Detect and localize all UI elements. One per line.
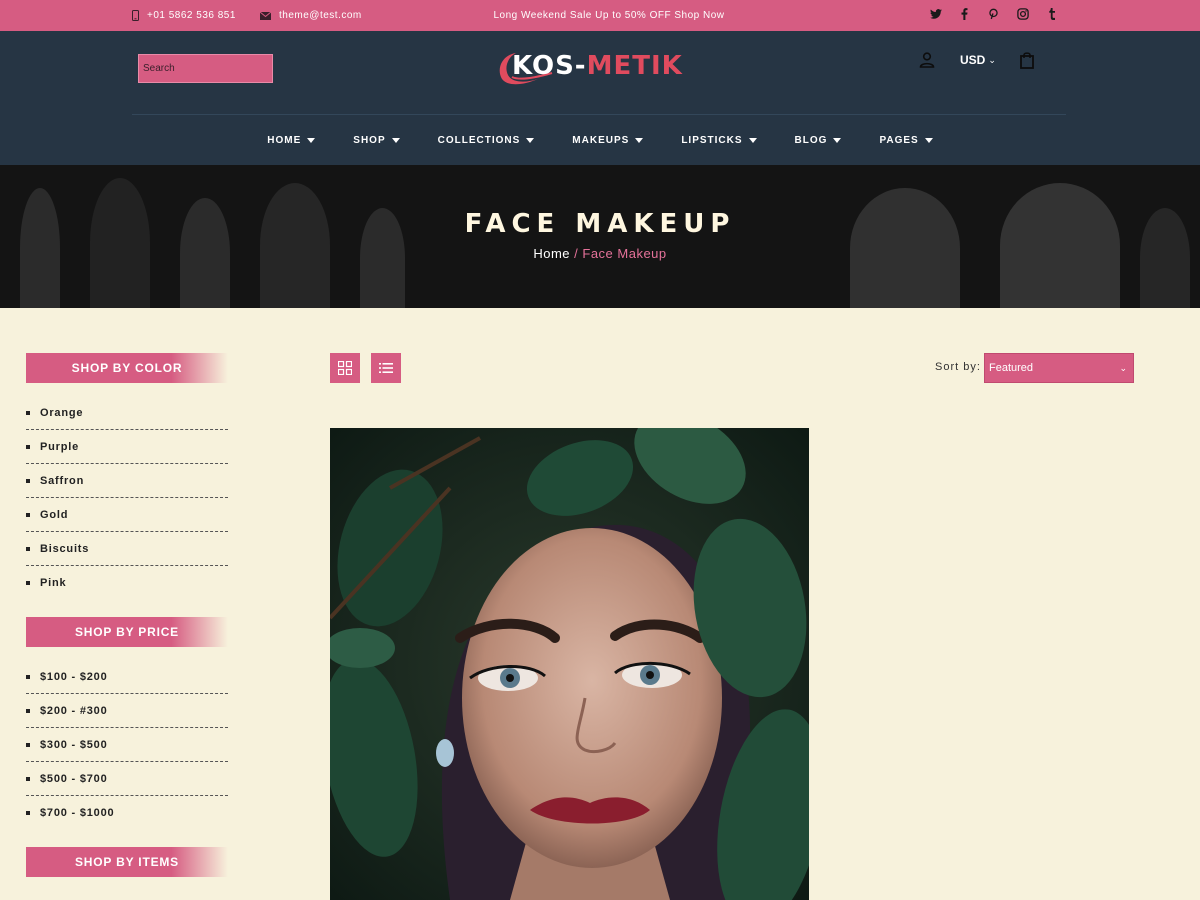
site-logo[interactable]: KOS-METIK [494, 47, 686, 89]
grid-icon [338, 361, 352, 375]
shop-by-color-title: SHOP BY COLOR [26, 353, 228, 383]
caret-down-icon [391, 137, 400, 143]
main-nav: HOME SHOP COLLECTIONS MAKEUPS LIPSTICKS … [0, 115, 1200, 165]
user-icon[interactable] [918, 51, 936, 69]
breadcrumb-home[interactable]: Home [533, 246, 570, 261]
product-image[interactable] [330, 428, 809, 900]
caret-down-icon [924, 137, 933, 143]
sort-label: Sort by: [935, 361, 981, 373]
nav-item-home[interactable]: HOME [267, 135, 316, 146]
price-filter-item[interactable]: $100 - $200 [26, 660, 228, 694]
contact-phone[interactable]: +01 5862 536 851 [132, 0, 236, 31]
logo-text-part2: METIK [586, 51, 683, 81]
price-filter-item[interactable]: $300 - $500 [26, 728, 228, 762]
color-filter-list: Orange Purple Saffron Gold Biscuits Pink [26, 396, 228, 600]
shop-by-items-title: SHOP BY ITEMS [26, 847, 228, 877]
promo-text[interactable]: Long Weekend Sale Up to 50% OFF Shop Now [480, 0, 738, 31]
logo-text-part1: KOS- [512, 51, 587, 81]
currency-selector[interactable]: USD ⌄ [960, 53, 996, 67]
nav-item-blog[interactable]: BLOG [795, 135, 842, 146]
chevron-down-icon: ⌄ [988, 54, 996, 65]
caret-down-icon [635, 137, 644, 143]
list-icon [379, 363, 393, 373]
search-input[interactable] [138, 54, 273, 83]
instagram-icon[interactable] [1016, 7, 1029, 20]
nav-item-collections[interactable]: COLLECTIONS [438, 135, 535, 146]
phone-icon [132, 10, 139, 21]
price-filter-item[interactable]: $200 - #300 [26, 694, 228, 728]
email-address: theme@test.com [279, 10, 362, 21]
color-filter-item[interactable]: Orange [26, 396, 228, 430]
breadcrumb: Home / Face Makeup [0, 246, 1200, 261]
shop-by-price-title: SHOP BY PRICE [26, 617, 228, 647]
product-photo [330, 428, 809, 900]
sort-value: Featured [989, 362, 1034, 374]
page-banner: FACE MAKEUP Home / Face Makeup [0, 165, 1200, 308]
caret-down-icon [833, 137, 842, 143]
top-bar: +01 5862 536 851 theme@test.com Long Wee… [0, 0, 1200, 31]
nav-item-shop[interactable]: SHOP [353, 135, 400, 146]
breadcrumb-current: / Face Makeup [574, 246, 667, 261]
shopping-bag-icon[interactable] [1018, 51, 1036, 69]
banner-decor [90, 178, 150, 308]
color-filter-item[interactable]: Saffron [26, 464, 228, 498]
social-links [929, 0, 1058, 27]
twitter-icon[interactable] [929, 7, 942, 20]
contact-email[interactable]: theme@test.com [260, 0, 362, 31]
chevron-down-icon: ⌄ [1119, 363, 1127, 373]
page-title: FACE MAKEUP [464, 209, 736, 239]
nav-item-makeups[interactable]: MAKEUPS [572, 135, 644, 146]
list-view-button[interactable] [371, 353, 401, 383]
sort-select[interactable]: Featured ⌄ [984, 353, 1134, 383]
color-filter-item[interactable]: Gold [26, 498, 228, 532]
header-actions: USD ⌄ [918, 51, 1036, 69]
caret-down-icon [307, 137, 316, 143]
mail-icon [260, 11, 271, 20]
grid-view-button[interactable] [330, 353, 360, 383]
price-filter-item[interactable]: $500 - $700 [26, 762, 228, 796]
nav-item-pages[interactable]: PAGES [879, 135, 933, 146]
nav-item-lipsticks[interactable]: LIPSTICKS [681, 135, 757, 146]
color-filter-item[interactable]: Pink [26, 566, 228, 600]
price-filter-item[interactable]: $700 - $1000 [26, 796, 228, 830]
color-filter-item[interactable]: Biscuits [26, 532, 228, 566]
caret-down-icon [526, 137, 535, 143]
currency-value: USD [960, 53, 986, 67]
facebook-icon[interactable] [958, 7, 971, 20]
site-header: KOS-METIK USD ⌄ HOME SHOP COLLECTIONS MA… [0, 31, 1200, 165]
caret-down-icon [748, 137, 757, 143]
phone-number: +01 5862 536 851 [147, 10, 236, 21]
pinterest-icon[interactable] [987, 7, 1000, 20]
tumblr-icon[interactable] [1045, 7, 1058, 20]
price-filter-list: $100 - $200 $200 - #300 $300 - $500 $500… [26, 660, 228, 830]
color-filter-item[interactable]: Purple [26, 430, 228, 464]
filter-sidebar: SHOP BY COLOR Orange Purple Saffron Gold… [26, 353, 228, 890]
